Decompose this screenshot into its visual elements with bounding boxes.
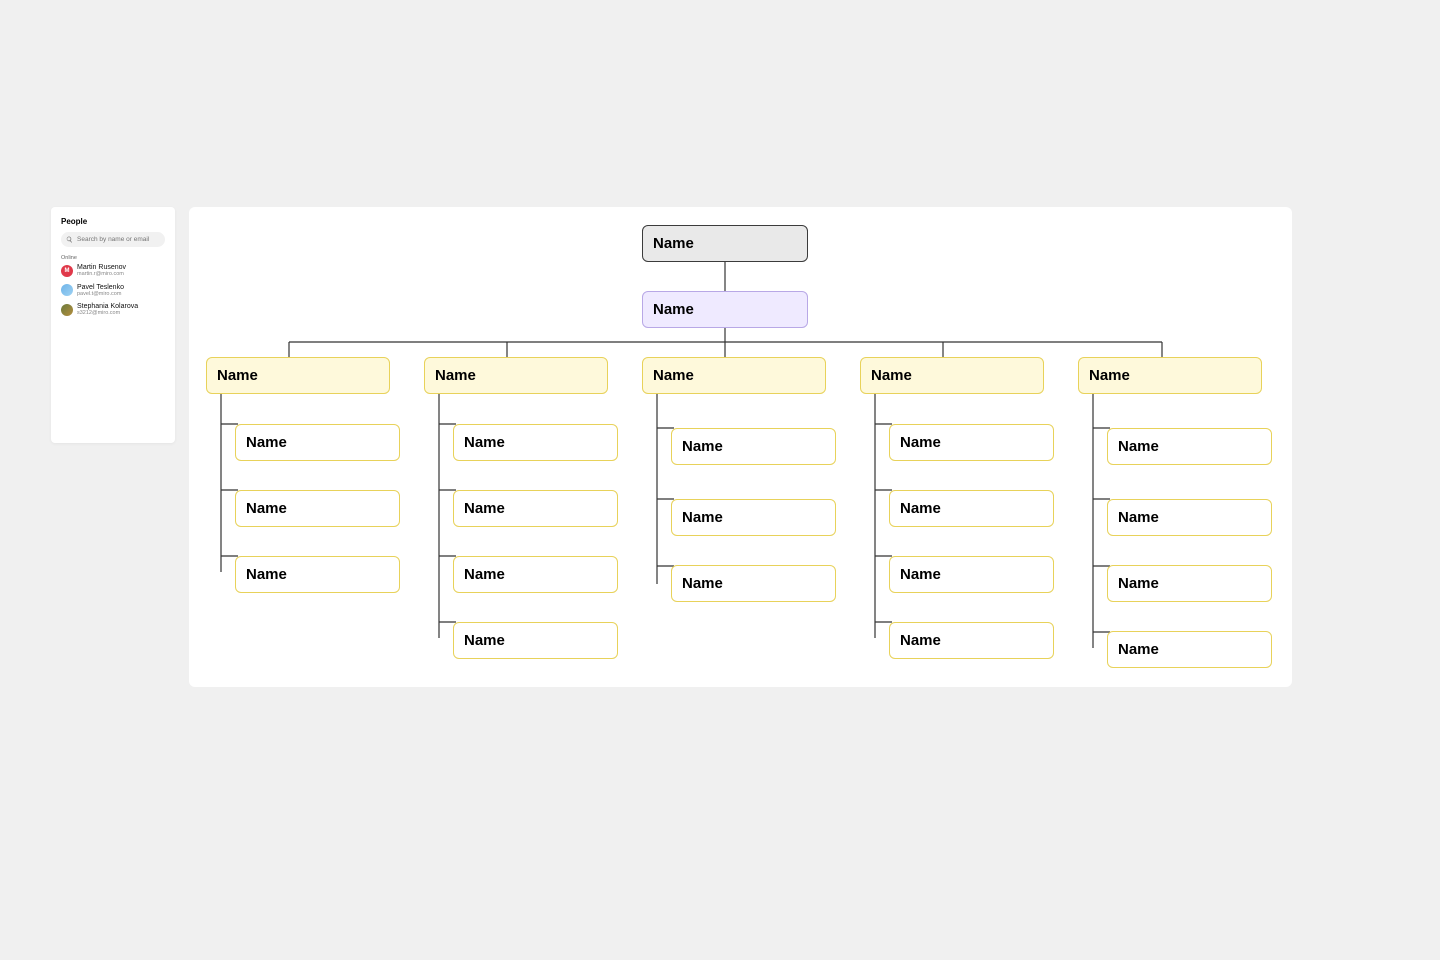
node-label: Name — [464, 566, 505, 583]
node-label: Name — [1089, 367, 1130, 384]
org-node-team[interactable]: Name — [206, 357, 390, 394]
section-online-label: Online — [61, 255, 165, 261]
org-node-member[interactable]: Name — [671, 499, 836, 536]
node-label: Name — [900, 500, 941, 517]
person-email: s3212@miro.com — [77, 310, 138, 317]
node-label: Name — [653, 301, 694, 318]
node-label: Name — [1118, 641, 1159, 658]
org-node-member[interactable]: Name — [453, 490, 618, 527]
node-label: Name — [464, 500, 505, 517]
person-row[interactable]: Stephania Kolarova s3212@miro.com — [61, 303, 165, 317]
org-node-team[interactable]: Name — [642, 357, 826, 394]
person-email: martin.r@miro.com — [77, 271, 126, 278]
people-title: People — [61, 217, 165, 226]
org-node-member[interactable]: Name — [1107, 565, 1272, 602]
node-label: Name — [682, 575, 723, 592]
person-name: Martin Rusenov — [77, 264, 126, 271]
org-node-root[interactable]: Name — [642, 225, 808, 262]
node-label: Name — [653, 235, 694, 252]
org-node-member[interactable]: Name — [671, 565, 836, 602]
node-label: Name — [246, 434, 287, 451]
node-label: Name — [900, 434, 941, 451]
node-label: Name — [682, 509, 723, 526]
org-node-sub[interactable]: Name — [642, 291, 808, 328]
org-node-member[interactable]: Name — [889, 556, 1054, 593]
person-name: Pavel Teslenko — [77, 284, 124, 291]
node-label: Name — [900, 632, 941, 649]
org-node-team[interactable]: Name — [860, 357, 1044, 394]
org-node-member[interactable]: Name — [889, 490, 1054, 527]
node-label: Name — [435, 367, 476, 384]
org-node-member[interactable]: Name — [453, 556, 618, 593]
avatar — [61, 284, 73, 296]
avatar: M — [61, 265, 73, 277]
person-row[interactable]: M Martin Rusenov martin.r@miro.com — [61, 264, 165, 278]
people-panel: People Online M Martin Rusenov martin.r@… — [51, 207, 175, 443]
org-node-member[interactable]: Name — [453, 424, 618, 461]
org-chart-canvas[interactable]: Name Name Name Name Name Name Name Name … — [189, 207, 1292, 687]
node-label: Name — [1118, 509, 1159, 526]
org-node-member[interactable]: Name — [1107, 428, 1272, 465]
search-box[interactable] — [61, 232, 165, 247]
org-node-member[interactable]: Name — [235, 424, 400, 461]
search-icon — [66, 236, 73, 243]
org-node-member[interactable]: Name — [671, 428, 836, 465]
org-node-team[interactable]: Name — [1078, 357, 1262, 394]
org-node-member[interactable]: Name — [235, 490, 400, 527]
node-label: Name — [464, 632, 505, 649]
node-label: Name — [871, 367, 912, 384]
person-row[interactable]: Pavel Teslenko pavel.t@miro.com — [61, 284, 165, 298]
node-label: Name — [246, 500, 287, 517]
avatar — [61, 304, 73, 316]
org-node-member[interactable]: Name — [889, 622, 1054, 659]
node-label: Name — [246, 566, 287, 583]
org-node-team[interactable]: Name — [424, 357, 608, 394]
person-email: pavel.t@miro.com — [77, 291, 124, 298]
node-label: Name — [217, 367, 258, 384]
org-node-member[interactable]: Name — [453, 622, 618, 659]
node-label: Name — [1118, 575, 1159, 592]
node-label: Name — [653, 367, 694, 384]
node-label: Name — [464, 434, 505, 451]
org-node-member[interactable]: Name — [235, 556, 400, 593]
node-label: Name — [682, 438, 723, 455]
org-node-member[interactable]: Name — [1107, 499, 1272, 536]
node-label: Name — [1118, 438, 1159, 455]
person-name: Stephania Kolarova — [77, 303, 138, 310]
org-node-member[interactable]: Name — [889, 424, 1054, 461]
node-label: Name — [900, 566, 941, 583]
search-input[interactable] — [77, 236, 160, 243]
org-node-member[interactable]: Name — [1107, 631, 1272, 668]
